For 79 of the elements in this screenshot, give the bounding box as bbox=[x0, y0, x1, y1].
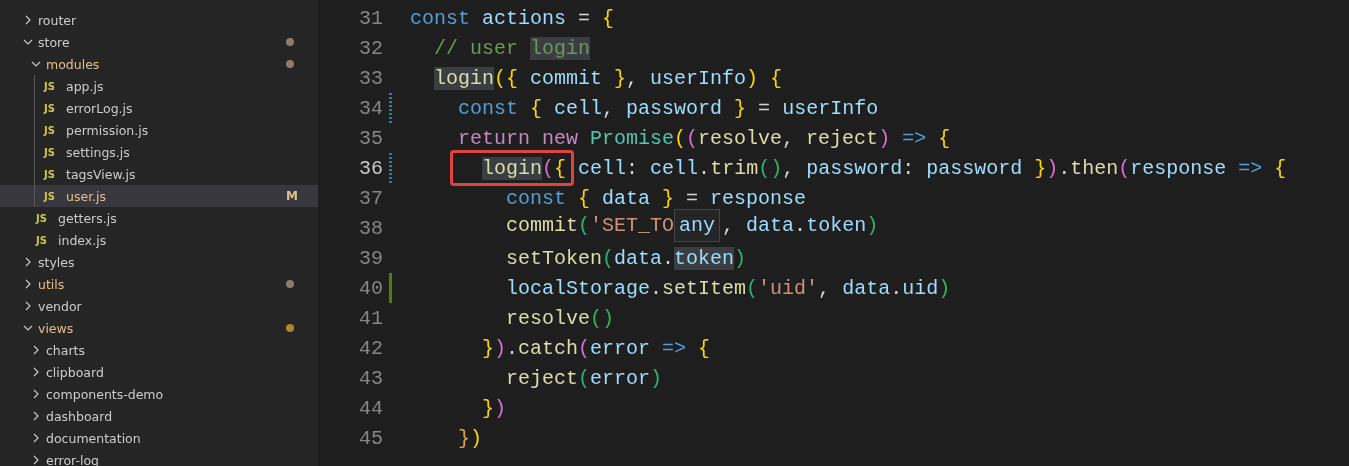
code-line: reject(error) bbox=[505, 366, 663, 390]
line-number: 44 bbox=[358, 396, 383, 420]
file-name: documentation bbox=[46, 430, 142, 446]
code-line: const { cell, password } = userInfo bbox=[457, 96, 879, 120]
line-number: 40 bbox=[358, 276, 383, 300]
line-number: 39 bbox=[358, 246, 383, 270]
js-file-icon: JS bbox=[44, 190, 62, 202]
file-item[interactable]: JS permission.js bbox=[0, 119, 318, 141]
code-line: }) bbox=[457, 426, 483, 450]
file-name: getters.js bbox=[58, 210, 118, 226]
code-line: login({ cell: cell.trim(), password: password }).then(response => { bbox=[481, 156, 1287, 180]
line-number: 38 bbox=[358, 216, 383, 240]
file-name: store bbox=[38, 34, 71, 50]
line-number: 41 bbox=[358, 306, 383, 330]
git-status-label: M bbox=[286, 189, 298, 203]
js-file-icon: JS bbox=[36, 212, 54, 224]
file-item[interactable]: JS settings.js bbox=[0, 141, 318, 163]
folder-item[interactable]: vendor bbox=[0, 295, 318, 317]
folder-item[interactable]: documentation bbox=[0, 427, 318, 449]
code-line: }).catch(error => { bbox=[481, 336, 711, 360]
js-file-icon: JS bbox=[44, 124, 62, 136]
js-file-icon: JS bbox=[44, 146, 62, 158]
code-line: return new Promise((resolve, reject) => { bbox=[457, 126, 951, 150]
file-name: utils bbox=[38, 276, 66, 292]
file-item[interactable]: JS errorLog.js bbox=[0, 97, 318, 119]
file-name: styles bbox=[38, 254, 76, 270]
file-item[interactable]: JS tagsView.js bbox=[0, 163, 318, 185]
folder-item[interactable]: clipboard bbox=[0, 361, 318, 383]
line-number: 45 bbox=[358, 426, 383, 450]
line-number: 36 bbox=[358, 156, 383, 180]
folder-item[interactable]: styles bbox=[0, 251, 318, 273]
file-name: views bbox=[38, 320, 75, 336]
file-name: index.js bbox=[58, 232, 108, 248]
js-file-icon: JS bbox=[44, 80, 62, 92]
folder-item[interactable]: views bbox=[0, 317, 318, 339]
file-item[interactable]: JS index.js bbox=[0, 229, 318, 251]
file-name: router bbox=[38, 12, 78, 28]
hover-tooltip: any bbox=[674, 209, 721, 242]
file-name: vendor bbox=[38, 298, 83, 314]
folder-item[interactable]: utils bbox=[0, 273, 318, 295]
code-line: const { data } = response bbox=[505, 186, 807, 210]
file-name: settings.js bbox=[66, 144, 131, 160]
line-number: 37 bbox=[358, 186, 383, 210]
file-name: modules bbox=[46, 56, 101, 72]
code-line: localStorage.setItem('uid', data.uid) bbox=[505, 276, 951, 300]
line-number: 31 bbox=[358, 6, 383, 30]
file-name: clipboard bbox=[46, 364, 105, 380]
code-line: }) bbox=[481, 396, 507, 420]
code-line: resolve() bbox=[505, 306, 615, 330]
file-name: errorLog.js bbox=[66, 100, 134, 116]
file-name: tagsView.js bbox=[66, 166, 137, 182]
folder-item[interactable]: charts bbox=[0, 339, 318, 361]
folder-item[interactable]: store bbox=[0, 31, 318, 53]
js-file-icon: JS bbox=[44, 168, 62, 180]
line-number: 43 bbox=[358, 366, 383, 390]
code-line: // user login bbox=[433, 36, 591, 60]
code-line: login({ commit }, userInfo) { bbox=[433, 66, 783, 90]
file-name: permission.js bbox=[66, 122, 150, 138]
js-file-icon: JS bbox=[36, 234, 54, 246]
file-item[interactable]: JS getters.js bbox=[0, 207, 318, 229]
file-item[interactable]: JS user.js M bbox=[0, 185, 318, 207]
line-number: 35 bbox=[358, 126, 383, 150]
file-name: components-demo bbox=[46, 386, 165, 402]
folder-item[interactable]: modules bbox=[0, 53, 318, 75]
line-number: 42 bbox=[358, 336, 383, 360]
js-file-icon: JS bbox=[44, 102, 62, 114]
file-name: app.js bbox=[66, 78, 105, 94]
line-number: 32 bbox=[358, 36, 383, 60]
file-item[interactable]: JS app.js bbox=[0, 75, 318, 97]
folder-item[interactable]: router bbox=[0, 9, 318, 31]
code-line: const actions = { bbox=[410, 6, 615, 30]
line-number: 34 bbox=[358, 96, 383, 120]
folder-item[interactable]: dashboard bbox=[0, 405, 318, 427]
file-name: charts bbox=[46, 342, 86, 358]
file-name: user.js bbox=[66, 188, 108, 204]
file-name: dashboard bbox=[46, 408, 114, 424]
line-number: 33 bbox=[358, 66, 383, 90]
folder-item[interactable]: components-demo bbox=[0, 383, 318, 405]
code-line: setToken(data.token) bbox=[505, 246, 747, 270]
